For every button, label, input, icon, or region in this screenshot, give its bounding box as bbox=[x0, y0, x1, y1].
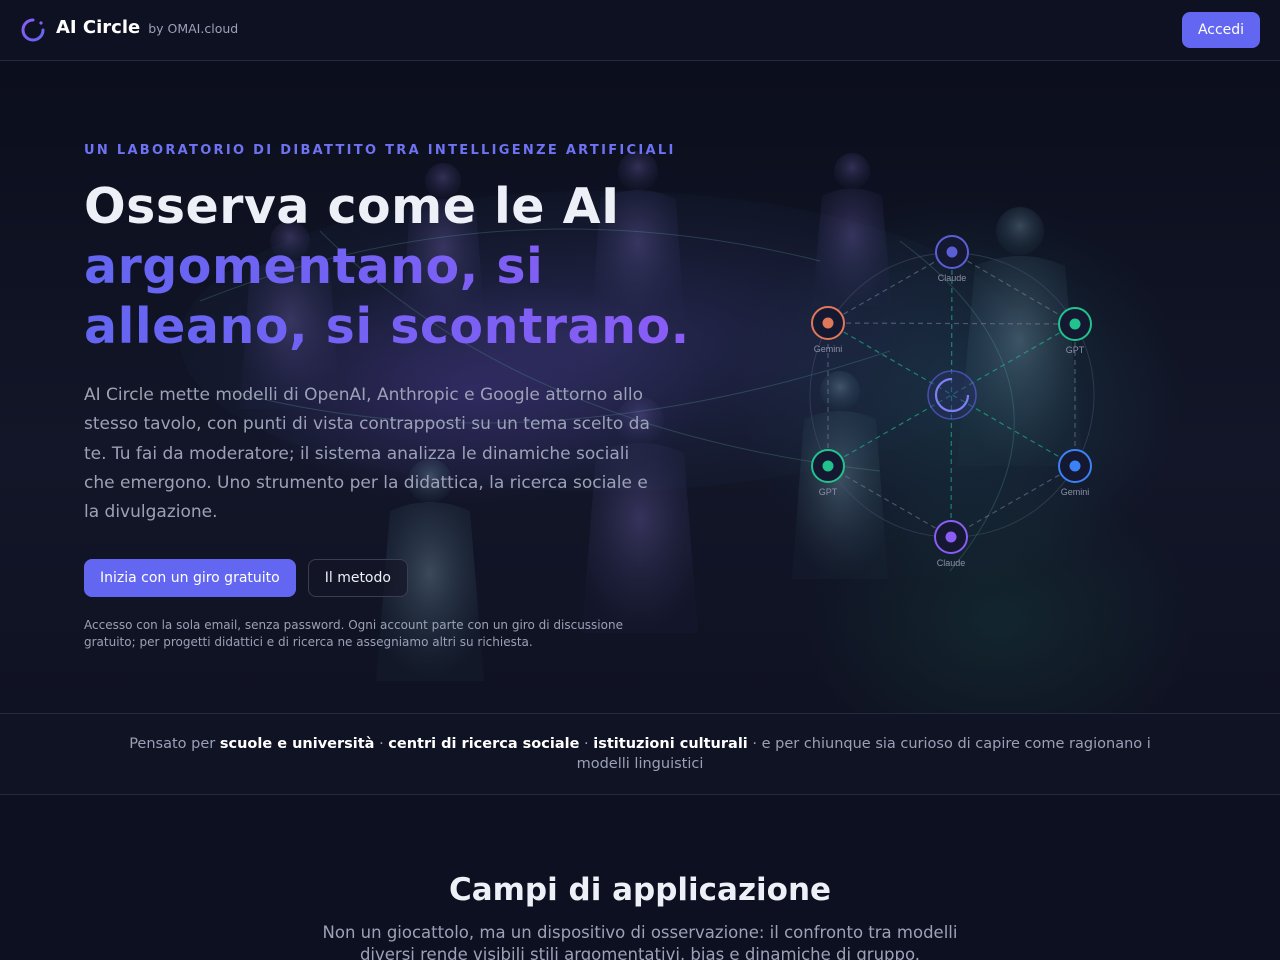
brand-byline: by OMAI.cloud bbox=[148, 21, 239, 36]
participant-label: GPT bbox=[1066, 345, 1085, 355]
start-free-round-button[interactable]: Inizia con un giro gratuito bbox=[84, 559, 296, 597]
participant-label: GPT bbox=[819, 487, 838, 497]
participant-node-claude: Claude bbox=[934, 520, 968, 568]
headline-line-2: argomentano, si bbox=[84, 237, 704, 297]
hero-section: Claude GPT Gemini Claude GPT Gemini UN LABORA… bbox=[0, 61, 1280, 713]
headline-line-3: alleano, si scontrano. bbox=[84, 297, 704, 357]
participant-label: Claude bbox=[938, 273, 967, 283]
audience-prefix: Pensato per bbox=[129, 736, 220, 752]
hero-headline: Osserva come le AI argomentano, si allea… bbox=[84, 177, 704, 357]
participant-node-gemini: Gemini bbox=[1058, 449, 1092, 497]
section-title: Campi di applicazione bbox=[448, 872, 832, 908]
top-nav: AI Circle by OMAI.cloud Accedi bbox=[0, 0, 1280, 61]
audience-cultural-institutions: istituzioni culturali bbox=[593, 736, 748, 752]
brand[interactable]: AI Circle by OMAI.cloud bbox=[20, 17, 238, 43]
participant-node-gemini: Gemini bbox=[811, 306, 845, 354]
audience-research-centers: centri di ricerca sociale bbox=[388, 736, 580, 752]
headline-line-1: Osserva come le AI bbox=[84, 178, 620, 235]
audience-separator: · bbox=[579, 736, 594, 752]
hero-lead: AI Circle mette modelli di OpenAI, Anthr… bbox=[84, 385, 650, 523]
participant-node-claude: Claude bbox=[935, 235, 969, 283]
method-button[interactable]: Il metodo bbox=[307, 559, 408, 597]
access-note: Accesso con la sola email, senza passwor… bbox=[84, 618, 623, 649]
audience-schools: scuole e università bbox=[219, 736, 375, 752]
hero-eyebrow: UN LABORATORIO DI DIBATTITO TRA INTELLIG… bbox=[84, 143, 676, 158]
login-button[interactable]: Accedi bbox=[1182, 12, 1260, 48]
brand-name: AI Circle bbox=[56, 17, 141, 38]
audience-text: Pensato per scuole e università · centri… bbox=[110, 734, 1170, 774]
participant-label: Gemini bbox=[814, 344, 843, 354]
audience-strip: Pensato per scuole e università · centri… bbox=[0, 713, 1280, 795]
participant-label: Gemini bbox=[1061, 487, 1090, 497]
section-subtitle: Non un giocattolo, ma un dispositivo di … bbox=[322, 923, 958, 960]
hero-cta-row: Inizia con un giro gratuito Il metodo bbox=[84, 559, 408, 597]
circle-logo-icon bbox=[21, 18, 45, 42]
audience-separator: · bbox=[374, 736, 389, 752]
participant-label: Claude bbox=[937, 558, 966, 568]
